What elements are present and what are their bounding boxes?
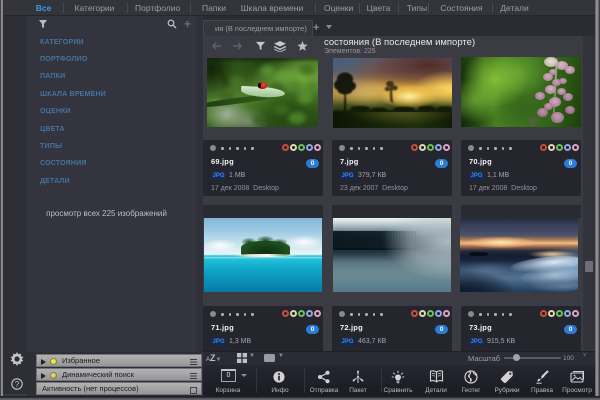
svg-text:?: ? xyxy=(15,380,20,389)
